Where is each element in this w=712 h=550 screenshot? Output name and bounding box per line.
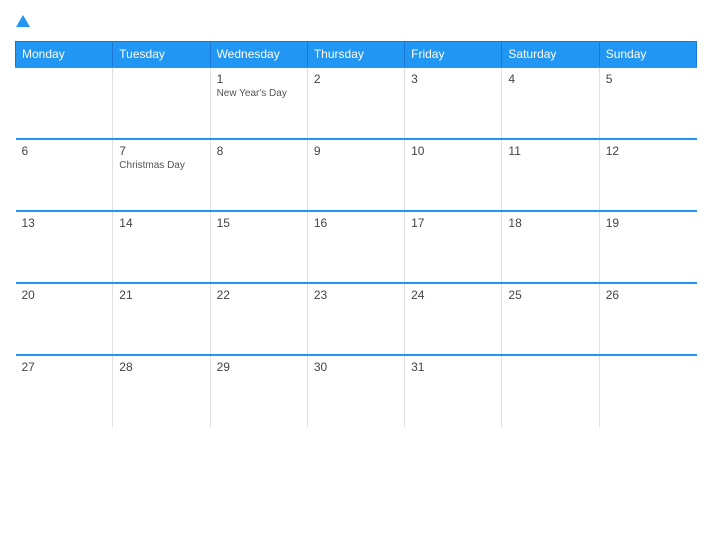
day-number: 16 — [314, 216, 398, 230]
day-number: 8 — [217, 144, 301, 158]
day-cell — [599, 355, 696, 427]
day-number: 31 — [411, 360, 495, 374]
day-number: 29 — [217, 360, 301, 374]
day-number: 3 — [411, 72, 495, 86]
day-cell: 1 New Year's Day — [210, 67, 307, 139]
day-number: 20 — [22, 288, 107, 302]
day-cell: 7 Christmas Day — [113, 139, 210, 211]
day-cell — [16, 67, 113, 139]
day-cell: 25 — [502, 283, 599, 355]
day-cell: 22 — [210, 283, 307, 355]
day-cell: 14 — [113, 211, 210, 283]
day-number: 1 — [217, 72, 301, 86]
day-number: 26 — [606, 288, 691, 302]
day-cell: 23 — [307, 283, 404, 355]
weekday-header-friday: Friday — [405, 42, 502, 68]
day-number: 7 — [119, 144, 203, 158]
day-cell — [502, 355, 599, 427]
week-row-0: 1 New Year's Day 2345 — [16, 67, 697, 139]
day-cell: 28 — [113, 355, 210, 427]
day-number: 2 — [314, 72, 398, 86]
day-cell: 2 — [307, 67, 404, 139]
holiday-name: Christmas Day — [119, 160, 203, 171]
week-row-3: 20 21 22 23 24 25 26 — [16, 283, 697, 355]
day-cell: 24 — [405, 283, 502, 355]
week-row-2: 13 14 15 16 17 18 19 — [16, 211, 697, 283]
day-cell: 10 — [405, 139, 502, 211]
day-number: 27 — [22, 360, 107, 374]
day-number: 11 — [508, 144, 592, 158]
weekday-header-saturday: Saturday — [502, 42, 599, 68]
day-cell: 6 — [16, 139, 113, 211]
day-cell: 3 — [405, 67, 502, 139]
day-cell: 5 — [599, 67, 696, 139]
calendar-container: MondayTuesdayWednesdayThursdayFridaySatu… — [0, 0, 712, 550]
day-cell: 9 — [307, 139, 404, 211]
day-cell: 11 — [502, 139, 599, 211]
weekday-header-thursday: Thursday — [307, 42, 404, 68]
weekday-header-tuesday: Tuesday — [113, 42, 210, 68]
day-cell: 4 — [502, 67, 599, 139]
logo — [15, 15, 30, 28]
weekday-header-row: MondayTuesdayWednesdayThursdayFridaySatu… — [16, 42, 697, 68]
day-cell: 29 — [210, 355, 307, 427]
day-cell: 26 — [599, 283, 696, 355]
day-number: 6 — [22, 144, 107, 158]
day-cell: 31 — [405, 355, 502, 427]
calendar-grid: MondayTuesdayWednesdayThursdayFridaySatu… — [15, 41, 697, 427]
day-number: 10 — [411, 144, 495, 158]
day-number: 28 — [119, 360, 203, 374]
holiday-name: New Year's Day — [217, 88, 301, 99]
day-number: 25 — [508, 288, 592, 302]
day-number: 22 — [217, 288, 301, 302]
day-cell: 19 — [599, 211, 696, 283]
week-row-4: 27 28 29 30 31 — [16, 355, 697, 427]
day-cell: 27 — [16, 355, 113, 427]
day-number: 23 — [314, 288, 398, 302]
day-number: 12 — [606, 144, 691, 158]
day-number: 18 — [508, 216, 592, 230]
day-cell: 18 — [502, 211, 599, 283]
day-cell: 20 — [16, 283, 113, 355]
day-number: 9 — [314, 144, 398, 158]
calendar-header — [15, 10, 697, 33]
day-cell: 12 — [599, 139, 696, 211]
day-number: 30 — [314, 360, 398, 374]
day-number: 21 — [119, 288, 203, 302]
day-cell: 8 — [210, 139, 307, 211]
day-number: 14 — [119, 216, 203, 230]
day-number: 15 — [217, 216, 301, 230]
day-number: 13 — [22, 216, 107, 230]
logo-triangle-icon — [16, 15, 30, 27]
day-cell: 16 — [307, 211, 404, 283]
weekday-header-wednesday: Wednesday — [210, 42, 307, 68]
day-cell: 13 — [16, 211, 113, 283]
weekday-header-sunday: Sunday — [599, 42, 696, 68]
week-row-1: 67 Christmas Day 89 10 11 12 — [16, 139, 697, 211]
day-cell: 21 — [113, 283, 210, 355]
day-cell: 30 — [307, 355, 404, 427]
weekday-header-monday: Monday — [16, 42, 113, 68]
day-number: 19 — [606, 216, 691, 230]
day-number: 5 — [606, 72, 691, 86]
day-cell: 17 — [405, 211, 502, 283]
day-cell — [113, 67, 210, 139]
day-number: 17 — [411, 216, 495, 230]
day-cell: 15 — [210, 211, 307, 283]
day-number: 4 — [508, 72, 592, 86]
day-number: 24 — [411, 288, 495, 302]
